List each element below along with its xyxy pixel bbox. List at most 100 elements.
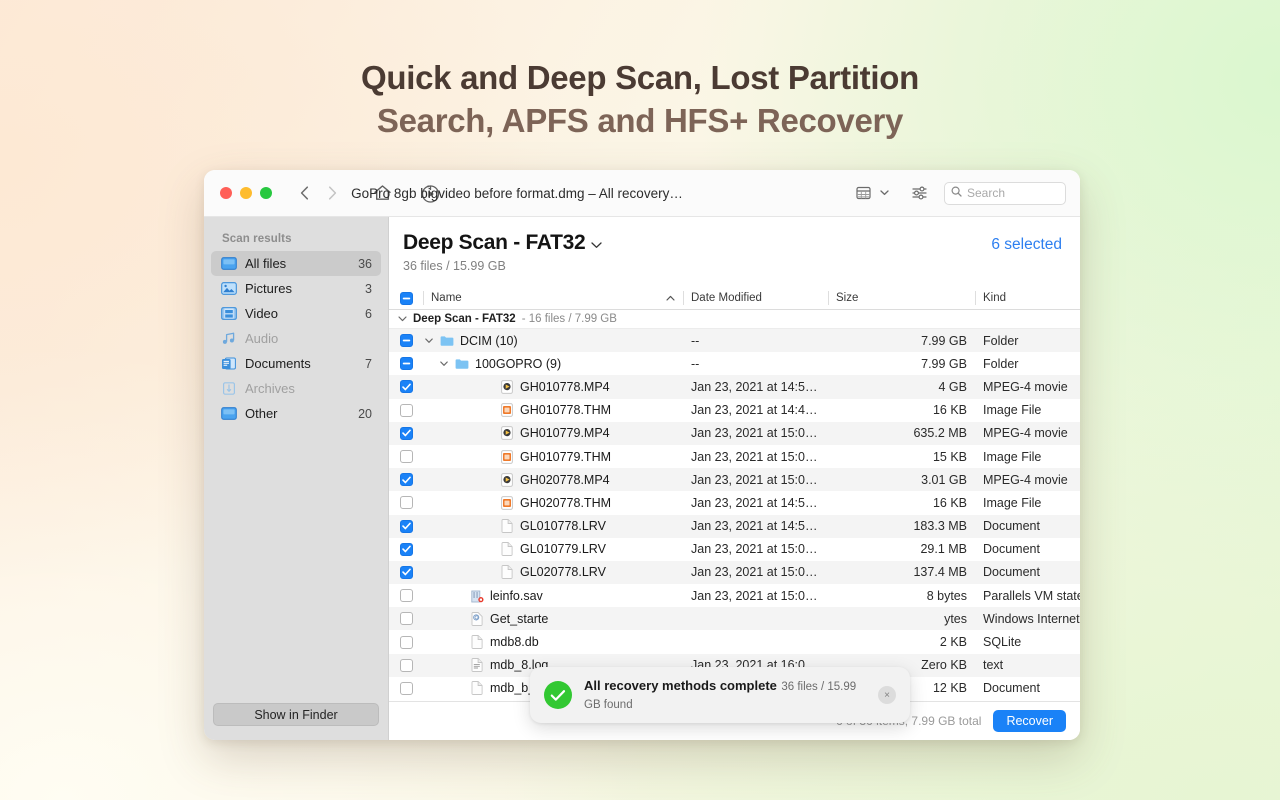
maximize-window-button[interactable]: [260, 187, 272, 199]
row-checkbox-cell: [389, 422, 423, 445]
show-in-finder-button[interactable]: Show in Finder: [213, 703, 379, 726]
toolbar-right: Search: [850, 181, 1080, 205]
row-file-name: GH010779.MP4: [520, 426, 610, 440]
row-kind: SQLite: [975, 630, 1080, 653]
success-check-icon: [544, 681, 572, 709]
row-checkbox[interactable]: [400, 520, 413, 533]
row-disclosure-icon[interactable]: [438, 358, 449, 369]
row-name-cell: GH020778.MP4: [423, 468, 683, 491]
row-kind: MPEG-4 movie: [975, 422, 1080, 445]
row-size: 7.99 GB: [828, 352, 975, 375]
forward-chevron-icon[interactable]: [321, 182, 343, 204]
close-window-button[interactable]: [220, 187, 232, 199]
table-row[interactable]: Get_starteytesWindows Internet s: [389, 607, 1080, 630]
thm-icon: [500, 403, 514, 418]
row-kind: Image File: [975, 491, 1080, 514]
row-date-modified: Jan 23, 2021 at 15:0…: [683, 445, 828, 468]
page-title[interactable]: Deep Scan - FAT32: [403, 231, 991, 255]
row-disclosure-spacer: [453, 613, 464, 624]
sidebar-item-count: 20: [358, 407, 372, 421]
column-header-name-label: Name: [431, 292, 462, 304]
row-file-name: mdb8.db: [490, 635, 539, 649]
row-file-name: GL020778.LRV: [520, 565, 606, 579]
row-checkbox[interactable]: [400, 450, 413, 463]
row-disclosure-spacer: [483, 474, 494, 485]
row-checkbox[interactable]: [400, 682, 413, 695]
row-disclosure-spacer: [483, 428, 494, 439]
sidebar-item-label: Audio: [245, 331, 364, 346]
table-row[interactable]: GH010778.THMJan 23, 2021 at 14:4…16 KBIm…: [389, 399, 1080, 422]
selected-count-label[interactable]: 6 selected: [991, 231, 1062, 254]
table-row[interactable]: GH010779.MP4Jan 23, 2021 at 15:0…635.2 M…: [389, 422, 1080, 445]
home-icon[interactable]: [370, 181, 394, 205]
sidebar-item-all-files[interactable]: All files 36: [211, 251, 381, 276]
row-checkbox[interactable]: [400, 334, 413, 347]
column-header-name[interactable]: Name: [423, 287, 683, 309]
group-row[interactable]: Deep Scan - FAT32 - 16 files / 7.99 GB: [389, 310, 1080, 329]
column-header-size[interactable]: Size: [828, 287, 975, 309]
view-options-icon[interactable]: [850, 181, 876, 205]
main-header: Deep Scan - FAT32 36 files / 15.99 GB 6 …: [389, 217, 1080, 273]
row-disclosure-spacer: [453, 660, 464, 671]
row-checkbox[interactable]: [400, 636, 413, 649]
file-list[interactable]: DCIM (10)--7.99 GBFolder100GOPRO (9)--7.…: [389, 329, 1080, 701]
table-row[interactable]: GH020778.MP4Jan 23, 2021 at 15:0…3.01 GB…: [389, 468, 1080, 491]
sidebar-item-documents[interactable]: Documents 7: [211, 351, 381, 376]
text-icon: [470, 658, 484, 673]
row-checkbox[interactable]: [400, 380, 413, 393]
row-checkbox[interactable]: [400, 473, 413, 486]
row-date-modified: Jan 23, 2021 at 14:5…: [683, 515, 828, 538]
search-icon: [951, 184, 962, 202]
sidebar-item-pictures[interactable]: Pictures 3: [211, 276, 381, 301]
sidebar-item-count: 36: [358, 257, 372, 271]
column-header-date-modified[interactable]: Date Modified: [683, 287, 828, 309]
table-row[interactable]: GH010778.MP4Jan 23, 2021 at 14:5…4 GBMPE…: [389, 375, 1080, 398]
table-row[interactable]: GL010778.LRVJan 23, 2021 at 14:5…183.3 M…: [389, 515, 1080, 538]
recover-button[interactable]: Recover: [993, 710, 1066, 732]
table-row[interactable]: GH010779.THMJan 23, 2021 at 15:0…15 KBIm…: [389, 445, 1080, 468]
all-files-icon: [220, 256, 237, 271]
window-titlebar: GoPro 8gb bigvideo before format.dmg – A…: [204, 170, 1080, 217]
row-name-cell: GH010778.MP4: [423, 375, 683, 398]
row-checkbox[interactable]: [400, 427, 413, 440]
row-checkbox[interactable]: [400, 566, 413, 579]
back-chevron-icon[interactable]: [293, 182, 315, 204]
row-checkbox[interactable]: [400, 357, 413, 370]
table-row[interactable]: 100GOPRO (9)--7.99 GBFolder: [389, 352, 1080, 375]
traffic-lights: [204, 187, 272, 199]
headline-line-1: Quick and Deep Scan, Lost Partition: [0, 56, 1280, 99]
sidebar-item-audio[interactable]: Audio: [211, 326, 381, 351]
group-disclosure-icon[interactable]: [398, 313, 407, 325]
row-checkbox[interactable]: [400, 589, 413, 602]
table-row[interactable]: GH020778.THMJan 23, 2021 at 14:5…16 KBIm…: [389, 491, 1080, 514]
sidebar-item-other[interactable]: Other 20: [211, 401, 381, 426]
audio-icon: [220, 331, 237, 346]
pictures-icon: [220, 281, 237, 296]
row-checkbox-cell: [389, 515, 423, 538]
table-row[interactable]: GL010779.LRVJan 23, 2021 at 15:0…29.1 MB…: [389, 538, 1080, 561]
row-checkbox[interactable]: [400, 659, 413, 672]
sidebar-item-video[interactable]: Video 6: [211, 301, 381, 326]
play-icon[interactable]: [418, 181, 442, 205]
search-input[interactable]: Search: [944, 182, 1066, 205]
table-row[interactable]: mdb8.db2 KBSQLite: [389, 630, 1080, 653]
document-icon: [500, 542, 514, 557]
row-kind: MPEG-4 movie: [975, 468, 1080, 491]
sidebar-item-archives[interactable]: Archives: [211, 376, 381, 401]
row-checkbox[interactable]: [400, 496, 413, 509]
minimize-window-button[interactable]: [240, 187, 252, 199]
row-checkbox[interactable]: [400, 543, 413, 556]
view-chevron-down-icon[interactable]: [876, 181, 892, 205]
title-chevron-down-icon[interactable]: [591, 231, 602, 255]
column-header-kind[interactable]: Kind: [975, 287, 1080, 309]
select-all-checkbox[interactable]: [400, 292, 413, 305]
filter-options-icon[interactable]: [906, 181, 932, 205]
row-checkbox[interactable]: [400, 404, 413, 417]
toast-close-icon[interactable]: ×: [878, 686, 896, 704]
row-checkbox[interactable]: [400, 612, 413, 625]
row-disclosure-icon[interactable]: [423, 335, 434, 346]
table-row[interactable]: DCIM (10)--7.99 GBFolder: [389, 329, 1080, 352]
row-size: 137.4 MB: [828, 561, 975, 584]
table-row[interactable]: GL020778.LRVJan 23, 2021 at 15:0…137.4 M…: [389, 561, 1080, 584]
table-row[interactable]: leinfo.savJan 23, 2021 at 15:0…8 bytesPa…: [389, 584, 1080, 607]
